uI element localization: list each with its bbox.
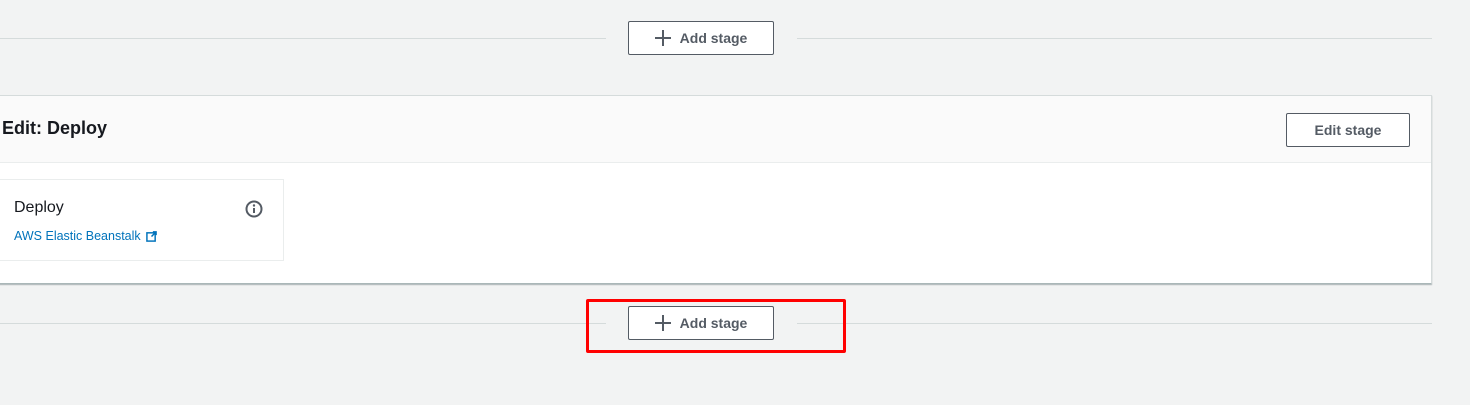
bottom-add-stage-row: Add stage	[0, 306, 1432, 342]
action-tile[interactable]: Deploy AWS Elastic Beanstalk	[0, 179, 284, 261]
divider-line	[0, 323, 606, 324]
divider-line	[0, 38, 606, 39]
edit-stage-button[interactable]: Edit stage	[1286, 113, 1410, 147]
bottom-add-stage-button[interactable]: Add stage	[628, 306, 774, 340]
plus-icon	[654, 30, 671, 46]
info-icon[interactable]	[245, 200, 263, 218]
divider-line	[797, 38, 1432, 39]
stage-header: Edit: Deploy Edit stage	[0, 96, 1431, 163]
add-stage-label: Add stage	[679, 315, 748, 331]
stage-card: Edit: Deploy Edit stage Deploy AWS Elast…	[0, 95, 1432, 284]
external-link-icon	[145, 230, 157, 242]
top-add-stage-row: Add stage	[0, 21, 1432, 57]
stage-title: Edit: Deploy	[2, 118, 108, 138]
action-name: Deploy	[14, 199, 64, 216]
action-provider-label: AWS Elastic Beanstalk	[14, 229, 141, 243]
top-add-stage-button[interactable]: Add stage	[628, 21, 774, 55]
add-stage-label: Add stage	[679, 30, 748, 46]
plus-icon	[654, 315, 671, 331]
divider-line	[797, 323, 1432, 324]
action-provider-link[interactable]: AWS Elastic Beanstalk	[14, 229, 157, 243]
